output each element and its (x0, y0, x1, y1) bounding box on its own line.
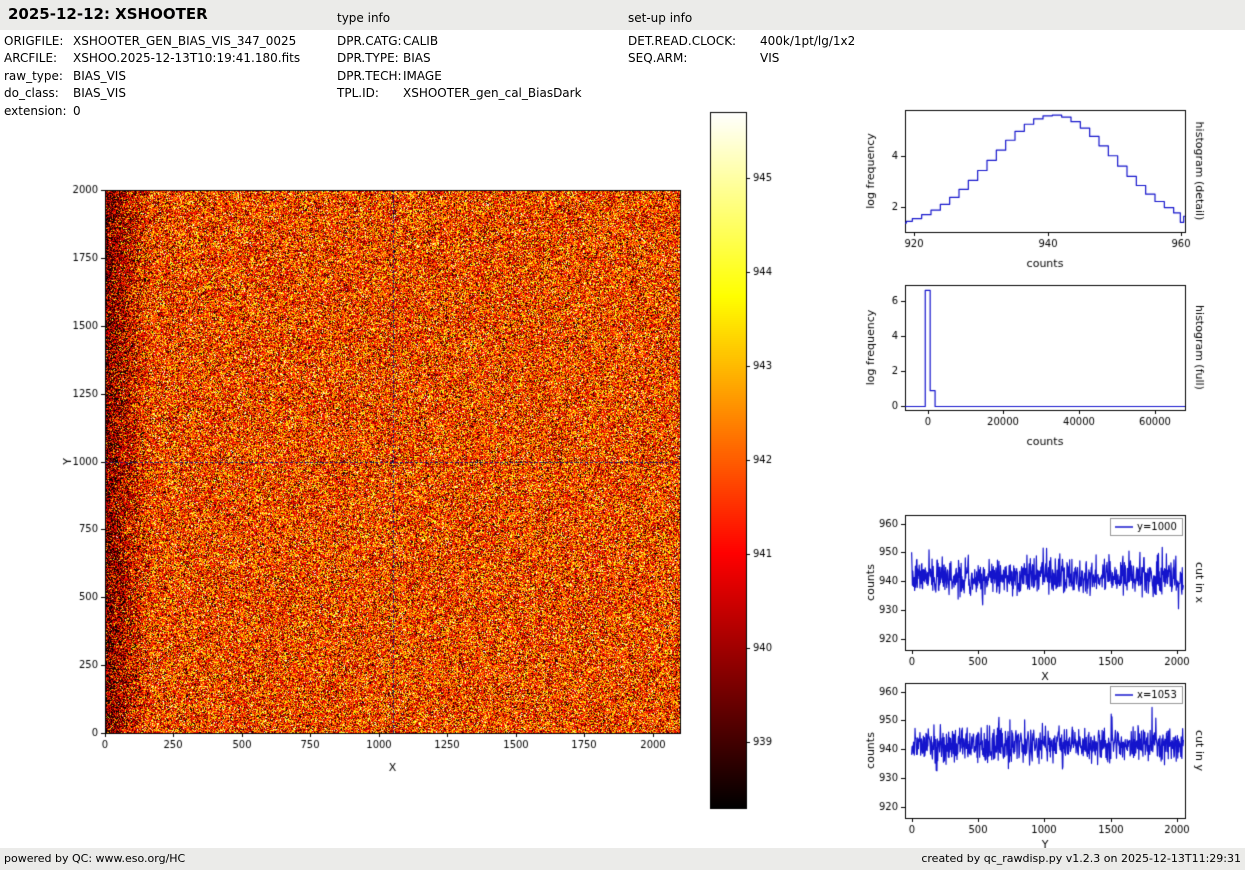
info-value: 400k/1pt/lg/1x2 (760, 34, 856, 48)
info-row: DPR.TECH:IMAGE (337, 68, 582, 85)
info-value: BIAS (403, 51, 431, 66)
info-label: DPR.TECH: (337, 68, 402, 83)
info-row: SEQ.ARM: VIS (628, 50, 855, 67)
bias-image-heatmap (30, 100, 820, 820)
type-info-heading: type info (337, 11, 391, 25)
info-label: DPR.TYPE: (337, 51, 399, 66)
info-row: DET.READ.CLOCK: 400k/1pt/lg/1x2 (628, 33, 855, 50)
info-label: ARCFILE: (4, 51, 58, 66)
info-label: DPR.CATG: (337, 34, 402, 48)
info-label: ORIGFILE: (4, 34, 64, 48)
page-title: 2025-12-12: XSHOOTER (8, 5, 208, 23)
cut-in-x-plot (840, 498, 1225, 683)
footer-left-text: powered by QC: www.eso.org/HC (4, 852, 186, 865)
setup-info-block: DET.READ.CLOCK: 400k/1pt/lg/1x2 SEQ.ARM: V… (628, 33, 855, 68)
info-row: DPR.CATG:CALIB (337, 33, 582, 50)
info-value: XSHOO.2025-12-13T10:19:41.180.fits (73, 51, 301, 66)
cut-in-y-plot (840, 664, 1225, 849)
type-info-block: DPR.CATG:CALIB DPR.TYPE: BIAS DPR.TECH:IM… (337, 33, 582, 103)
info-row: ORIGFILE: XSHOOTER_GEN_BIAS_VIS_347_0025 (4, 33, 300, 50)
info-label: SEQ.ARM: (628, 51, 688, 66)
setup-info-heading: set-up info (628, 11, 693, 25)
info-row: DPR.TYPE: BIAS (337, 50, 582, 67)
info-value: IMAGE (403, 68, 442, 83)
info-value: CALIB (403, 34, 439, 48)
info-value: BIAS_VIS (73, 68, 126, 83)
info-row: ARCFILE: XSHOO.2025-12-13T10:19:41.180.fi… (4, 50, 300, 67)
footer-right-text: created by qc_rawdisp.py v1.2.3 on 2025-… (921, 852, 1241, 865)
info-value: XSHOOTER_gen_cal_BiasDark (403, 86, 582, 101)
histogram-full-plot (840, 270, 1225, 450)
histogram-detail-plot (840, 95, 1225, 280)
info-value: XSHOOTER_GEN_BIAS_VIS_347_0025 (73, 34, 297, 48)
info-value: VIS (760, 51, 780, 66)
qc-report-page: 2025-12-12: XSHOOTER type info set-up in… (0, 0, 1245, 870)
info-value: BIAS_VIS (73, 86, 126, 101)
info-label: raw_type: (4, 68, 63, 83)
info-row: raw_type: BIAS_VIS (4, 68, 300, 85)
info-label: DET.READ.CLOCK: (628, 34, 737, 48)
